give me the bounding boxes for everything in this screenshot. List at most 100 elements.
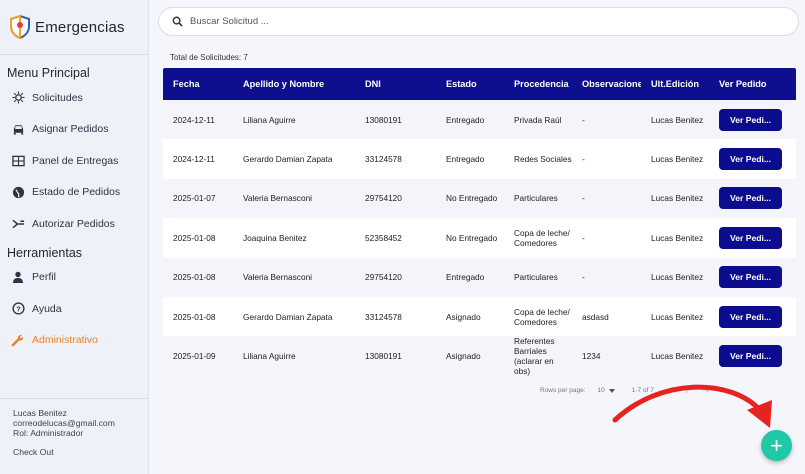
red-arrow-icon [612, 384, 772, 428]
cell-estado: Entregado [446, 114, 485, 125]
add-request-button[interactable]: + [761, 430, 792, 461]
cell-estado: Entregado [446, 272, 485, 283]
rows-per-page-label: Rows per page: [540, 387, 586, 394]
cell-fecha: 2025-01-09 [173, 351, 216, 362]
cell-ult-edicion: Lucas Benitez [651, 311, 704, 322]
table-row: 2025-01-08 Joaquina Benitez 52358452 No Ent… [163, 218, 796, 258]
cell-ver-pedido: Ver Pedi... [709, 139, 796, 178]
sidebar-item-ayuda[interactable]: ? Ayuda [0, 293, 148, 325]
cell-dni: 33124578 [365, 154, 402, 165]
header-ver-pedido[interactable]: Ver Pedido [709, 68, 796, 100]
user-info: Lucas Benitez correodelucas@gmail.com Ro… [0, 398, 149, 474]
cell-dni: 29754120 [365, 193, 402, 204]
table-row: 2025-01-09 Liliana Aguirre 13080191 Asignad… [163, 336, 796, 376]
ver-pedido-button[interactable]: Ver Pedi... [719, 305, 782, 328]
header-ult-edicion[interactable]: Ult.Edición [641, 68, 709, 100]
ver-pedido-button[interactable]: Ver Pedi... [719, 187, 782, 210]
cell-dni: 29754120 [365, 272, 402, 283]
header-nombre[interactable]: Apellido y Nombre [233, 68, 355, 100]
user-name: Lucas Benitez [13, 408, 67, 418]
shield-logo-icon [10, 14, 30, 40]
cell-observaciones: 1234 [582, 351, 601, 362]
cell-fecha: 2025-01-07 [173, 193, 216, 204]
sidebar-item-solicitudes[interactable]: Solicitudes [0, 82, 148, 114]
user-email: correodelucas@gmail.com [13, 418, 115, 429]
cell-observaciones: - [582, 232, 585, 243]
sidebar-item-label: Autorizar Pedidos [32, 217, 115, 230]
table-row: 2025-01-08 Gerardo Damian Zapata 33124578 A… [163, 296, 796, 337]
cell-estado: Entregado [446, 154, 485, 165]
cell-ult-edicion: Lucas Benitez [651, 154, 704, 165]
cell-fecha: 2025-01-08 [173, 272, 216, 283]
svg-text:?: ? [16, 305, 21, 314]
help-icon: ? [11, 302, 25, 316]
cell-fecha: 2025-01-08 [173, 232, 216, 243]
car-icon [11, 122, 25, 136]
cell-ult-edicion: Lucas Benitez [651, 232, 704, 243]
cell-fecha: 2024-12-11 [173, 114, 215, 125]
cell-ult-edicion: Lucas Benitez [651, 114, 704, 125]
virus-icon [11, 91, 25, 105]
cell-dni: 13080191 [365, 351, 402, 362]
cell-ver-pedido: Ver Pedi... [709, 179, 796, 218]
cell-estado: No Entregado [446, 232, 498, 243]
sidebar-item-asignar-pedidos[interactable]: Asignar Pedidos [0, 114, 148, 146]
sidebar-item-label: Perfil [32, 271, 56, 284]
sidebar-item-autorizar-pedidos[interactable]: Autorizar Pedidos [0, 208, 148, 240]
menu-section-title: Menu Principal [7, 66, 90, 80]
app-title: Emergencias [35, 18, 125, 36]
cell-dni: 52358452 [365, 232, 402, 243]
header-observaciones[interactable]: Observaciones [572, 68, 641, 100]
cell-procedencia: Copa de leche/ Comedores [514, 306, 570, 327]
cell-procedencia: Privada Raúl [514, 114, 562, 125]
cell-nombre: Joaquina Benitez [243, 232, 307, 243]
cell-procedencia: Referentes Barriales (aclarar en obs) [514, 336, 555, 376]
cell-observaciones: - [582, 193, 585, 204]
cell-procedencia: Particulares [514, 272, 558, 283]
search-input[interactable] [190, 16, 750, 27]
cell-nombre: Valeria Bernasconi [243, 193, 313, 204]
ver-pedido-button[interactable]: Ver Pedi... [719, 345, 782, 368]
header-fecha[interactable]: Fecha [163, 68, 233, 100]
ver-pedido-button[interactable]: Ver Pedi... [719, 266, 782, 289]
cell-fecha: 2024-12-11 [173, 154, 215, 165]
sidebar-item-estado-pedidos[interactable]: Estado de Pedidos [0, 177, 148, 209]
globe-icon [11, 185, 25, 199]
wrench-icon [11, 333, 25, 347]
cell-ult-edicion: Lucas Benitez [651, 193, 704, 204]
search-bar[interactable] [158, 7, 799, 36]
cell-procedencia: Particulares [514, 193, 558, 204]
sidebar-item-perfil[interactable]: Perfil [0, 262, 148, 294]
cell-ver-pedido: Ver Pedi... [709, 218, 796, 257]
sidebar-item-administrativo[interactable]: Administrativo [0, 325, 148, 357]
table-row: 2024-12-11 Gerardo Damian Zapata 33124578 E… [163, 139, 796, 179]
table-row: 2025-01-07 Valeria Bernasconi 29754120 No E… [163, 178, 796, 219]
user-role: Rol: Administrador [13, 428, 84, 439]
logout-link[interactable]: Check Out [13, 447, 54, 457]
sidebar-item-label: Panel de Entregas [32, 154, 119, 167]
header-dni[interactable]: DNI [355, 68, 436, 100]
cell-ver-pedido: Ver Pedi... [709, 336, 796, 375]
cell-procedencia: Copa de leche/ Comedores [514, 227, 570, 248]
table-body: 2024-12-11 Liliana Aguirre 13080191 Entrega… [163, 100, 796, 376]
ver-pedido-button[interactable]: Ver Pedi... [719, 226, 782, 249]
table-header: Fecha Apellido y Nombre DNI Estado Proce… [163, 68, 796, 100]
cell-observaciones: - [582, 154, 585, 165]
ver-pedido-button[interactable]: Ver Pedi... [719, 108, 782, 131]
requests-table: Fecha Apellido y Nombre DNI Estado Proce… [163, 68, 796, 376]
ver-pedido-button[interactable]: Ver Pedi... [719, 148, 782, 171]
cell-observaciones: asdasd [582, 311, 609, 322]
cell-nombre: Liliana Aguirre [243, 351, 296, 362]
sidebar-item-label: Solicitudes [32, 91, 83, 104]
total-count: Total de Solicitudes: 7 [170, 53, 248, 62]
fork-icon [11, 217, 25, 231]
cell-dni: 33124578 [365, 311, 402, 322]
header-procedencia[interactable]: Procedencia [504, 68, 572, 100]
cell-fecha: 2025-01-08 [173, 311, 216, 322]
header-estado[interactable]: Estado [436, 68, 504, 100]
sidebar-item-label: Estado de Pedidos [32, 186, 121, 199]
cell-nombre: Liliana Aguirre [243, 114, 296, 125]
cell-estado: Asignado [446, 351, 481, 362]
sidebar-item-panel-entregas[interactable]: Panel de Entregas [0, 145, 148, 177]
search-icon [172, 16, 183, 27]
